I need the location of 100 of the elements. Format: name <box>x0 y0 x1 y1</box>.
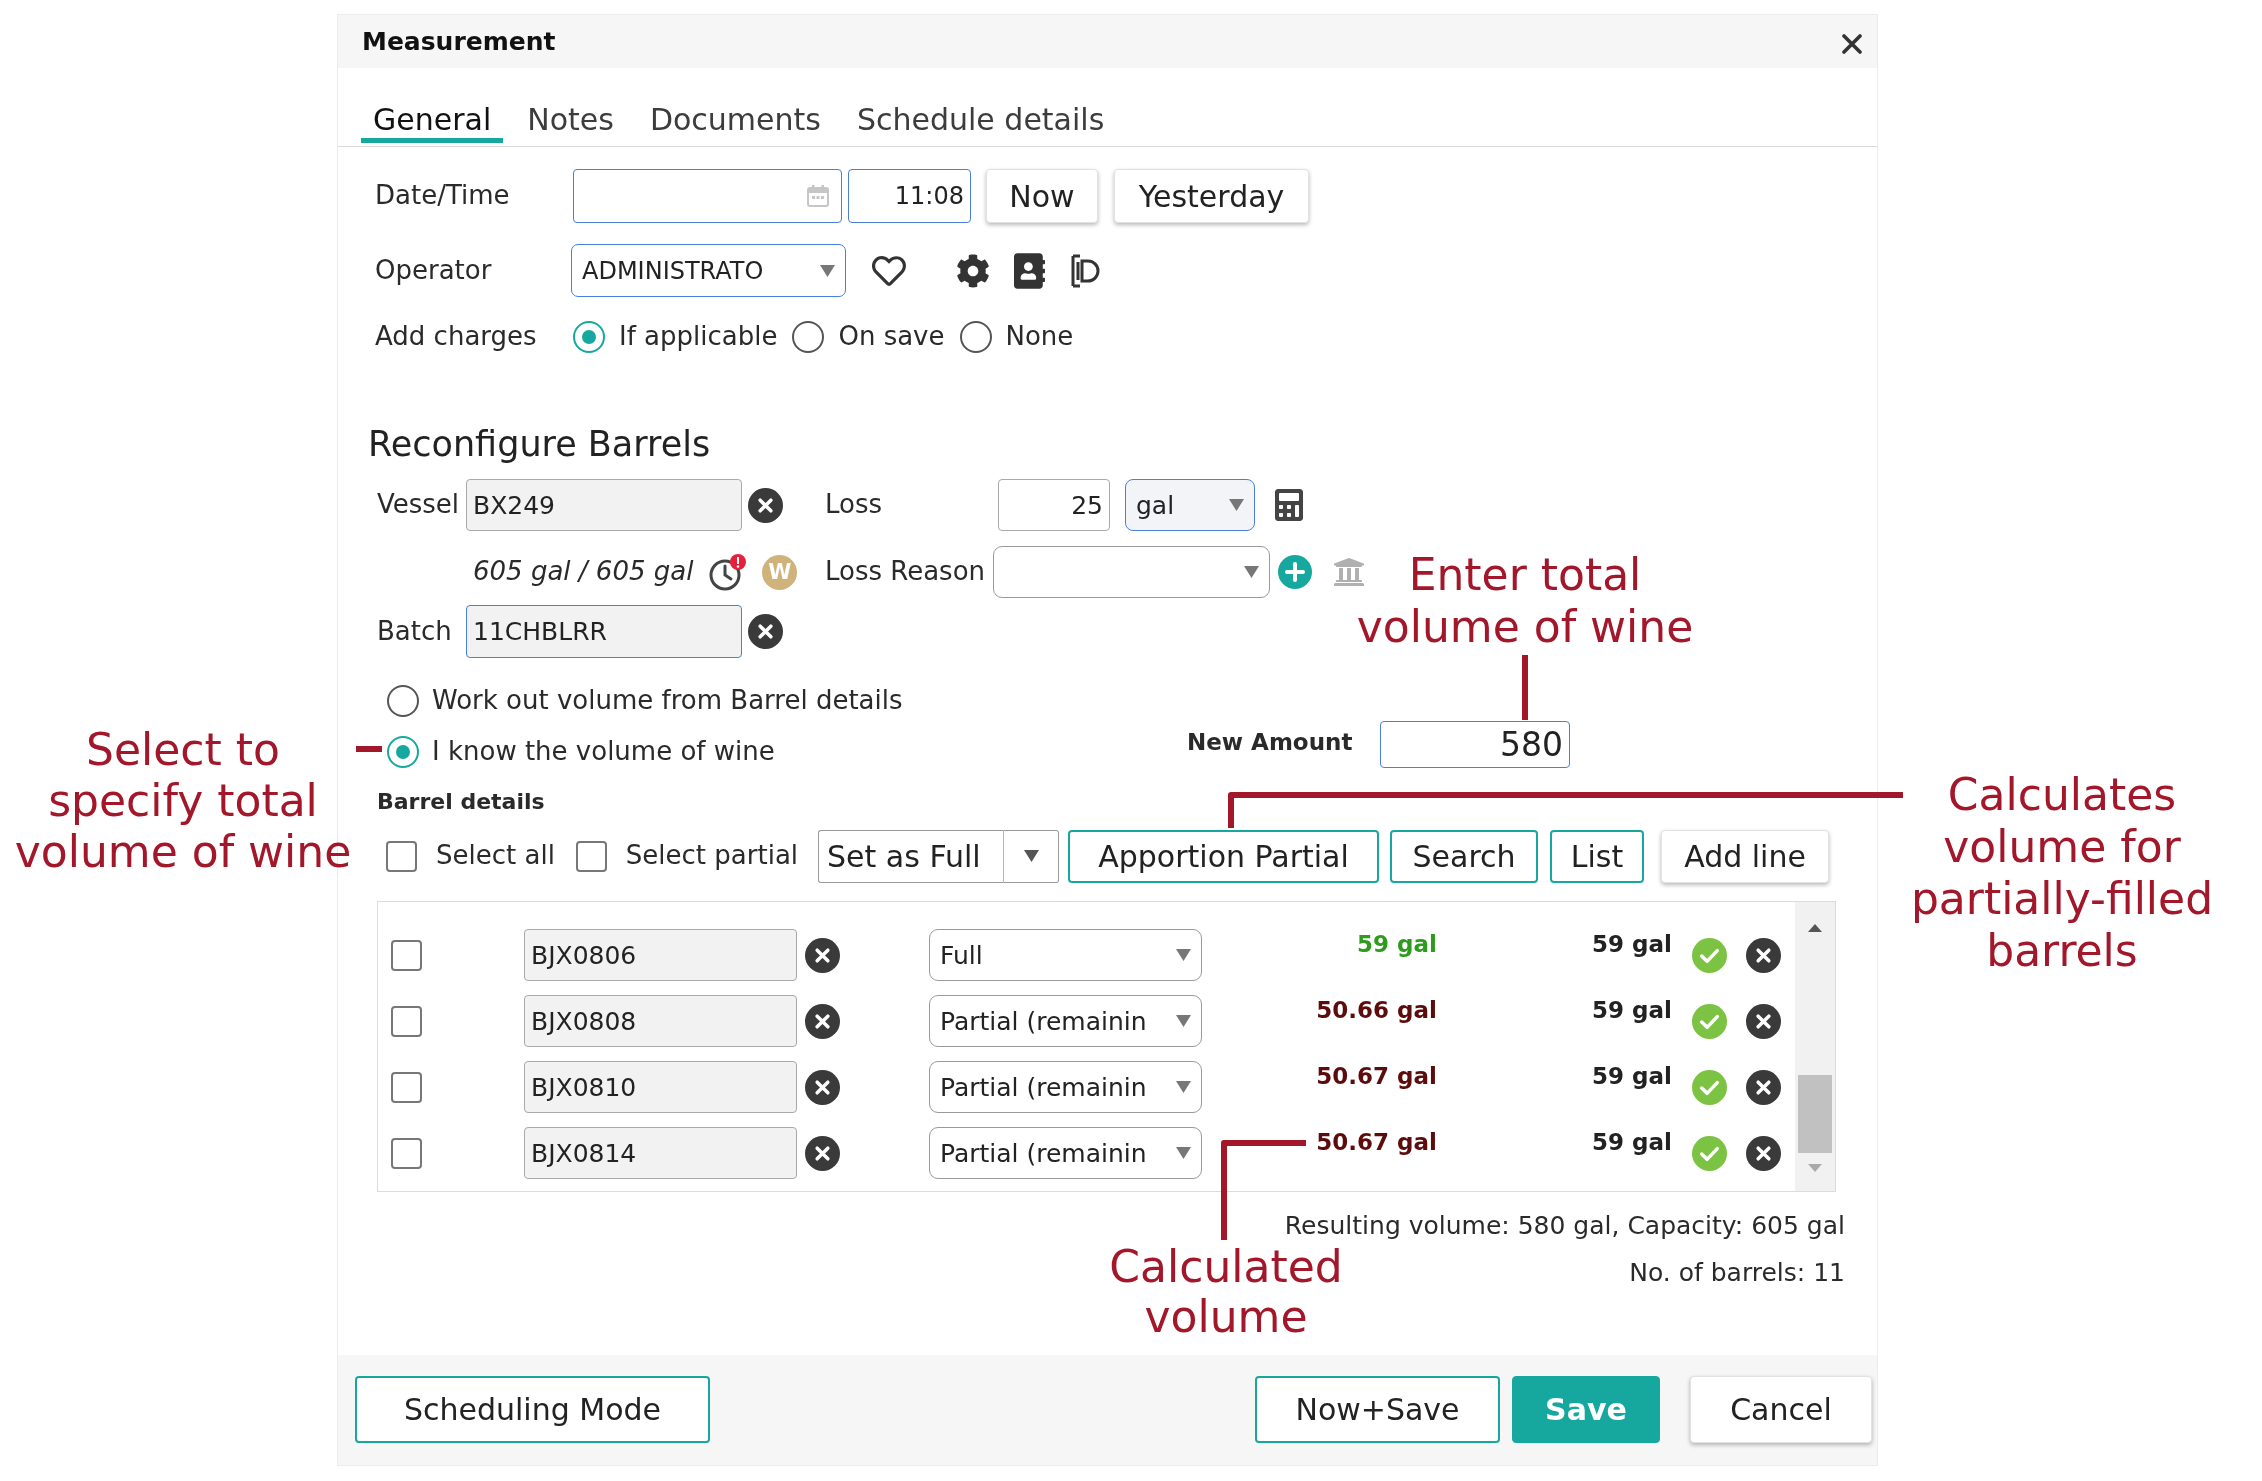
checkbox[interactable] <box>575 840 607 872</box>
x-circle-icon[interactable] <box>805 1069 840 1105</box>
x-circle-icon[interactable] <box>805 937 840 973</box>
amount-text: 50.66 gal <box>1316 997 1437 1025</box>
section-heading: Barrel details <box>377 788 545 816</box>
check-circle-icon <box>1692 1069 1727 1105</box>
field-label: Batch <box>377 615 452 648</box>
close-icon <box>1842 33 1862 54</box>
radio-label[interactable]: Work out volume from Barrel details <box>432 685 903 717</box>
x-circle-icon[interactable] <box>748 487 783 523</box>
barrel-field[interactable]: BJX0810 <box>524 1061 797 1113</box>
heart-icon[interactable] <box>870 253 908 288</box>
radio-button[interactable] <box>959 321 992 353</box>
barrel-field[interactable]: BJX0806 <box>524 929 797 981</box>
id-icon[interactable] <box>1071 253 1101 288</box>
fill-dropdown[interactable]: Partial (remainin <box>929 995 1202 1047</box>
operator-dropdown[interactable]: ADMINISTRATO <box>571 244 846 297</box>
field-label: New Amount <box>1187 729 1353 757</box>
toolbar-button[interactable]: Add line <box>1661 829 1830 883</box>
radio-label[interactable]: If applicable <box>619 321 778 353</box>
clock-alert-icon[interactable] <box>709 553 747 591</box>
capacity-text: 59 gal <box>1592 931 1672 959</box>
toolbar-button[interactable]: List <box>1550 829 1645 883</box>
fill-dropdown[interactable]: Full <box>929 929 1202 981</box>
capacity-text: 59 gal <box>1592 997 1672 1025</box>
new-amount-field[interactable]: 580 <box>1380 721 1570 768</box>
footer-button[interactable]: Scheduling Mode <box>355 1376 710 1443</box>
callout-text: Calculates volume for partially-filled barrels <box>1910 769 2214 977</box>
checkbox[interactable] <box>391 1137 422 1169</box>
date-field[interactable] <box>573 169 842 223</box>
radio-button[interactable] <box>792 321 825 353</box>
caret-icon <box>1244 566 1259 578</box>
callout-line <box>356 746 382 752</box>
tab[interactable]: General <box>361 102 504 143</box>
x-circle-icon[interactable] <box>1746 1135 1781 1171</box>
plus-circle-icon[interactable] <box>1278 555 1312 589</box>
window-title: Measurement <box>362 26 556 57</box>
date-button[interactable]: Yesterday <box>1114 169 1309 223</box>
barrel-field[interactable]: BJX0808 <box>524 995 797 1047</box>
loss-field[interactable]: 25 <box>998 479 1110 531</box>
checkbox[interactable] <box>391 1005 422 1037</box>
field-label: Loss <box>825 489 883 521</box>
x-circle-icon[interactable] <box>1746 937 1781 973</box>
amount-text: 50.67 gal <box>1316 1063 1437 1091</box>
scrollbar[interactable] <box>1795 902 1835 1191</box>
toolbar-button[interactable]: Apportion Partial <box>1068 829 1380 883</box>
tab[interactable]: Documents <box>637 102 833 143</box>
date-button[interactable]: Now <box>986 169 1098 223</box>
calculator-icon[interactable] <box>1275 489 1303 521</box>
tab[interactable]: Schedule details <box>844 102 1117 143</box>
radio-label[interactable]: I know the volume of wine <box>432 736 775 768</box>
field-label: Vessel <box>377 489 460 521</box>
caret-icon <box>1176 1081 1191 1093</box>
radio-button[interactable] <box>387 736 419 768</box>
capacity-text: 59 gal <box>1592 1129 1672 1157</box>
fill-dropdown[interactable]: Partial (remainin <box>929 1061 1202 1113</box>
checkbox[interactable] <box>391 939 422 971</box>
caret-icon <box>1023 850 1039 862</box>
batch-field[interactable]: 11CHBLRR <box>466 605 742 658</box>
footer-button[interactable]: Now+Save <box>1255 1376 1500 1443</box>
x-circle-icon[interactable] <box>748 614 783 649</box>
x-circle-icon[interactable] <box>805 1003 840 1039</box>
caret-icon <box>1176 1015 1191 1027</box>
footer-button[interactable]: Cancel <box>1690 1376 1872 1443</box>
volume-text: 605 gal / 605 gal <box>473 556 694 588</box>
vessel-field[interactable]: BX249 <box>466 479 742 531</box>
callout-line <box>1522 655 1528 720</box>
contact-card-icon[interactable] <box>1014 252 1045 289</box>
checkbox[interactable] <box>391 1071 422 1103</box>
radio-button[interactable] <box>387 685 419 717</box>
capacity-text: 59 gal <box>1592 1063 1672 1091</box>
x-circle-icon[interactable] <box>1746 1069 1781 1105</box>
loss-reason-dropdown[interactable] <box>993 546 1270 598</box>
dropdown-toggle[interactable] <box>1004 829 1060 883</box>
tab[interactable]: Notes <box>515 102 626 143</box>
radio-label[interactable]: None <box>1005 321 1074 353</box>
x-circle-icon[interactable] <box>805 1135 840 1171</box>
x-circle-icon[interactable] <box>1746 1003 1781 1039</box>
caret-icon <box>1176 949 1191 961</box>
checkbox-label[interactable]: Select all <box>436 840 555 872</box>
field-label: Date/Time <box>375 180 510 212</box>
callout-text: Calculated volume <box>1109 1242 1343 1342</box>
caret-icon <box>820 264 835 277</box>
amount-text: 59 gal <box>1357 931 1437 959</box>
dropdown-button[interactable]: Set as Full <box>818 829 1005 883</box>
radio-label[interactable]: On save <box>838 321 945 353</box>
field-label: Operator <box>375 254 492 287</box>
toolbar-button[interactable]: Search <box>1390 829 1539 883</box>
amount-text: 50.67 gal <box>1316 1129 1437 1157</box>
time-field[interactable]: 11:08 <box>848 169 971 223</box>
settings-icon[interactable] <box>956 253 990 288</box>
unit-dropdown[interactable]: gal <box>1125 479 1255 531</box>
checkbox-label[interactable]: Select partial <box>625 840 799 872</box>
fill-dropdown[interactable]: Partial (remainin <box>929 1127 1202 1179</box>
caret-icon <box>1176 1147 1191 1159</box>
radio-button[interactable] <box>573 321 605 353</box>
barrel-field[interactable]: BJX0814 <box>524 1127 797 1179</box>
summary-text: No. of barrels: 11 <box>1629 1258 1845 1288</box>
check-circle-icon <box>1692 937 1727 973</box>
checkbox[interactable] <box>386 840 417 872</box>
